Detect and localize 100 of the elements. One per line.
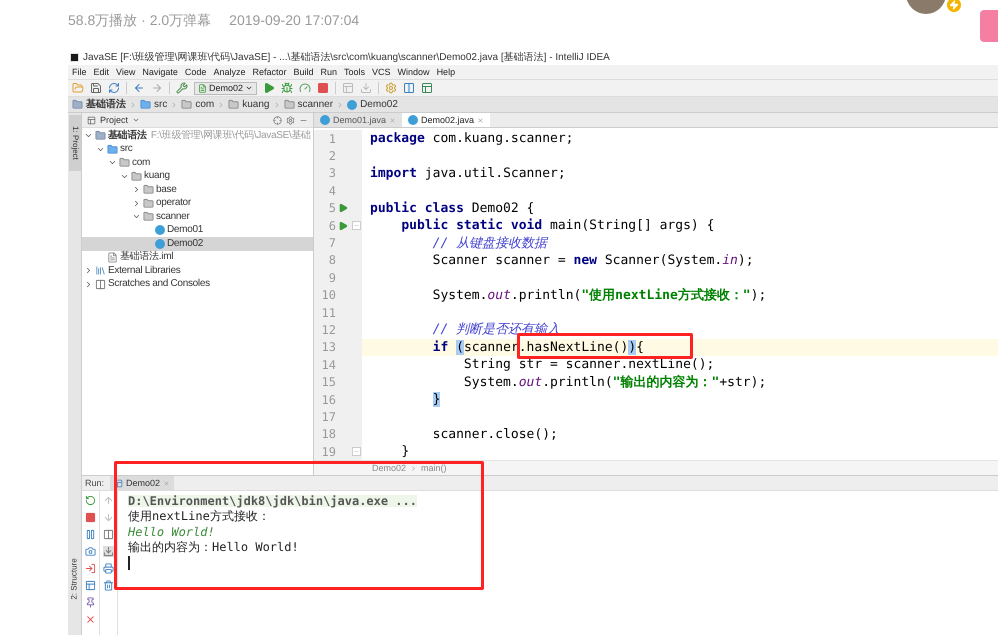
- debug-icon[interactable]: [281, 82, 294, 94]
- run-icon[interactable]: [263, 82, 276, 94]
- window-title: JavaSE [F:\班级管理\网课班\代码\JavaSE] - ...\基础语法\src\com\kuang\scanner\Demo02.java [基础语法] - IntelliJ IDEA: [83, 52, 610, 62]
- chevron-right-icon[interactable]: [132, 198, 141, 208]
- editor-tab[interactable]: Demo01.java: [314, 113, 402, 127]
- rerun-icon[interactable]: [85, 495, 96, 506]
- menu-item[interactable]: Help: [436, 68, 456, 76]
- project-tool-tab[interactable]: 1: Project: [68, 115, 80, 171]
- tree-item[interactable]: operator: [82, 196, 313, 210]
- source-folder-icon: [107, 144, 118, 155]
- tree-item[interactable]: 基础语法 F:\班级管理\网课班\代码\JavaSE\基础: [82, 129, 313, 142]
- code-line: import java.util.Scanner;: [369, 166, 566, 180]
- run-marker-icon[interactable]: [338, 220, 348, 231]
- chevron-right-icon[interactable]: [84, 280, 93, 289]
- menu-item[interactable]: Code: [184, 68, 206, 76]
- breadcrumb-item[interactable]: Demo02: [360, 100, 398, 110]
- back-icon[interactable]: [133, 82, 145, 94]
- line-number: 12: [320, 322, 336, 339]
- class-icon: [155, 225, 165, 236]
- line-number: 13: [320, 339, 336, 356]
- menu-item[interactable]: Edit: [94, 68, 110, 76]
- stop-icon[interactable]: [85, 512, 96, 523]
- trash-icon[interactable]: [103, 580, 114, 591]
- dropdown-caret-icon: [245, 84, 254, 92]
- breadcrumb-item[interactable]: com: [195, 100, 214, 110]
- project-structure-icon[interactable]: [421, 82, 434, 94]
- tree-item[interactable]: Scratches and Consoles: [82, 278, 313, 291]
- stop-icon[interactable]: [317, 82, 330, 94]
- menu-item[interactable]: VCS: [372, 68, 391, 76]
- breadcrumb-item[interactable]: 基础语法: [86, 100, 126, 110]
- dropdown-caret-icon[interactable]: [132, 116, 140, 124]
- module-path: F:\班级管理\网课班\代码\JavaSE\基础: [150, 130, 311, 141]
- separator-icon: [129, 100, 137, 108]
- pause-icon[interactable]: [85, 529, 96, 540]
- tree-item[interactable]: scanner: [82, 210, 313, 224]
- settings-icon[interactable]: [385, 82, 398, 94]
- close-icon[interactable]: [85, 614, 96, 625]
- up-arrow-icon[interactable]: [103, 495, 114, 506]
- structure-tool-tab[interactable]: 2: Structure: [68, 551, 80, 607]
- tree-item[interactable]: kuang: [82, 170, 313, 183]
- tree-item[interactable]: src: [82, 142, 313, 156]
- panel-title[interactable]: Project: [100, 116, 128, 124]
- line-number: 14: [320, 356, 336, 374]
- breadcrumb-item[interactable]: scanner: [298, 100, 334, 110]
- line-number: 10: [320, 287, 336, 304]
- line-number: 1: [328, 130, 336, 148]
- class-icon: [320, 115, 330, 125]
- menu-item[interactable]: Refactor: [252, 68, 286, 76]
- exit-icon[interactable]: [85, 563, 96, 574]
- coverage-icon[interactable]: [299, 82, 312, 94]
- class-icon: [155, 238, 165, 249]
- breadcrumb-item[interactable]: src: [154, 100, 168, 110]
- app-logo-icon: [70, 53, 79, 62]
- class-icon: [347, 100, 358, 110]
- forward-icon[interactable]: [151, 82, 163, 94]
- menu-item[interactable]: Build: [293, 68, 314, 76]
- tree-item[interactable]: com: [82, 156, 313, 170]
- tree-item[interactable]: External Libraries: [82, 264, 313, 278]
- print-icon[interactable]: [103, 563, 114, 574]
- menu-item[interactable]: File: [72, 68, 87, 76]
- structure-icon[interactable]: [403, 82, 416, 94]
- layout-icon[interactable]: [85, 580, 96, 591]
- save-icon[interactable]: [90, 82, 102, 94]
- code-line: System.out.println("输出的内容为："+str);: [462, 376, 766, 389]
- menu-item[interactable]: Window: [398, 68, 430, 76]
- menu-item[interactable]: Analyze: [213, 68, 246, 76]
- line-number: 19: [320, 444, 336, 461]
- line-number: 18: [320, 426, 336, 444]
- close-icon[interactable]: [477, 116, 484, 124]
- menu-item[interactable]: View: [116, 68, 136, 76]
- tree-item[interactable]: base: [82, 183, 313, 196]
- menu-item[interactable]: Run: [320, 68, 338, 76]
- folder-icon: [119, 157, 130, 168]
- run-marker-icon[interactable]: [338, 203, 348, 214]
- code-editor[interactable]: [314, 128, 998, 460]
- settings-icon[interactable]: [286, 116, 295, 124]
- tree-item[interactable]: 基础语法.iml: [82, 250, 313, 264]
- tree-item[interactable]: Demo02: [82, 237, 313, 250]
- code-line: Scanner scanner = new Scanner(System.in);: [432, 254, 754, 267]
- down-arrow-icon[interactable]: [103, 512, 114, 523]
- run-config-dropdown[interactable]: Demo02: [194, 82, 258, 94]
- chevron-right-icon[interactable]: [84, 266, 93, 276]
- line-number: 7: [328, 235, 336, 252]
- scroll-end-icon[interactable]: [103, 546, 114, 557]
- camera-icon[interactable]: [85, 546, 96, 557]
- breadcrumb-item[interactable]: kuang: [242, 100, 270, 110]
- locate-icon[interactable]: [273, 116, 282, 124]
- pin-icon[interactable]: [85, 597, 96, 608]
- run-tab[interactable]: Demo02: [110, 476, 174, 490]
- code-line: // 从键盘接收数据: [432, 236, 548, 250]
- open-folder-icon[interactable]: [72, 82, 84, 94]
- editor-tab[interactable]: Demo02.java: [402, 113, 490, 127]
- chevron-right-icon[interactable]: [132, 185, 141, 194]
- menu-item[interactable]: Tools: [344, 68, 366, 76]
- wrap-icon[interactable]: [103, 529, 114, 540]
- config-icon: [198, 84, 207, 92]
- tree-item[interactable]: Demo01: [82, 224, 313, 237]
- sync-icon[interactable]: [108, 82, 120, 94]
- build-icon[interactable]: [176, 82, 188, 94]
- menu-item[interactable]: Navigate: [142, 68, 178, 76]
